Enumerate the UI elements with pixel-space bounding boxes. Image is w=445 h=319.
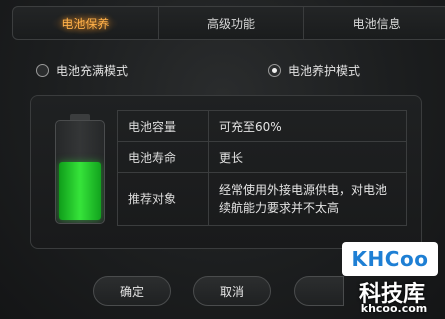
- info-value-capacity: 可充至60%: [208, 110, 407, 142]
- radio-care-label: 电池养护模式: [288, 64, 361, 78]
- ok-button[interactable]: 确定: [93, 276, 171, 306]
- table-row: 推荐对象 经常使用外接电源供电，对电池续航能力要求并不太高: [117, 172, 407, 226]
- site-watermark: KHCoo 科技库 khcoo.com: [336, 238, 445, 319]
- radio-full-charge-mode[interactable]: 电池充满模式: [36, 62, 128, 79]
- tab-battery-care[interactable]: 电池保养: [13, 7, 159, 39]
- tab-bar: 电池保养 高级功能 电池信息: [12, 6, 445, 40]
- mode-info-box: 电池容量 可充至60% 电池寿命 更长 推荐对象 经常使用外接电源供电，对电池续…: [30, 95, 422, 249]
- watermark-logo: KHCoo: [342, 242, 438, 276]
- battery-body: [55, 120, 105, 224]
- tab-advanced[interactable]: 高级功能: [159, 7, 305, 39]
- info-key-recommended: 推荐对象: [117, 172, 209, 226]
- battery-level-fill: [59, 162, 101, 220]
- table-row: 电池容量 可充至60%: [117, 110, 407, 142]
- info-value-recommended: 经常使用外接电源供电，对电池续航能力要求并不太高: [208, 172, 407, 226]
- info-key-capacity: 电池容量: [117, 110, 209, 142]
- radio-full-charge-label: 电池充满模式: [56, 64, 129, 78]
- mode-info-table: 电池容量 可充至60% 电池寿命 更长 推荐对象 经常使用外接电源供电，对电池续…: [117, 110, 407, 226]
- table-row: 电池寿命 更长: [117, 141, 407, 173]
- info-value-lifespan: 更长: [208, 141, 407, 173]
- tab-battery-info[interactable]: 电池信息: [304, 7, 445, 39]
- radio-full-charge-indicator[interactable]: [36, 64, 49, 77]
- tab-battery-care-label: 电池保养: [51, 11, 120, 35]
- watermark-url: khcoo.com: [360, 302, 428, 315]
- tab-battery-info-label: 电池信息: [352, 16, 401, 31]
- info-key-lifespan: 电池寿命: [117, 141, 209, 173]
- radio-care-mode[interactable]: 电池养护模式: [268, 62, 360, 79]
- tab-advanced-label: 高级功能: [207, 16, 256, 31]
- battery-icon: [55, 114, 105, 224]
- radio-care-indicator[interactable]: [268, 64, 281, 77]
- battery-settings-panel: 电池保养 高级功能 电池信息 电池充满模式 电池养护模式 电池容量 可充至60%…: [0, 0, 445, 319]
- cancel-button[interactable]: 取消: [193, 276, 271, 306]
